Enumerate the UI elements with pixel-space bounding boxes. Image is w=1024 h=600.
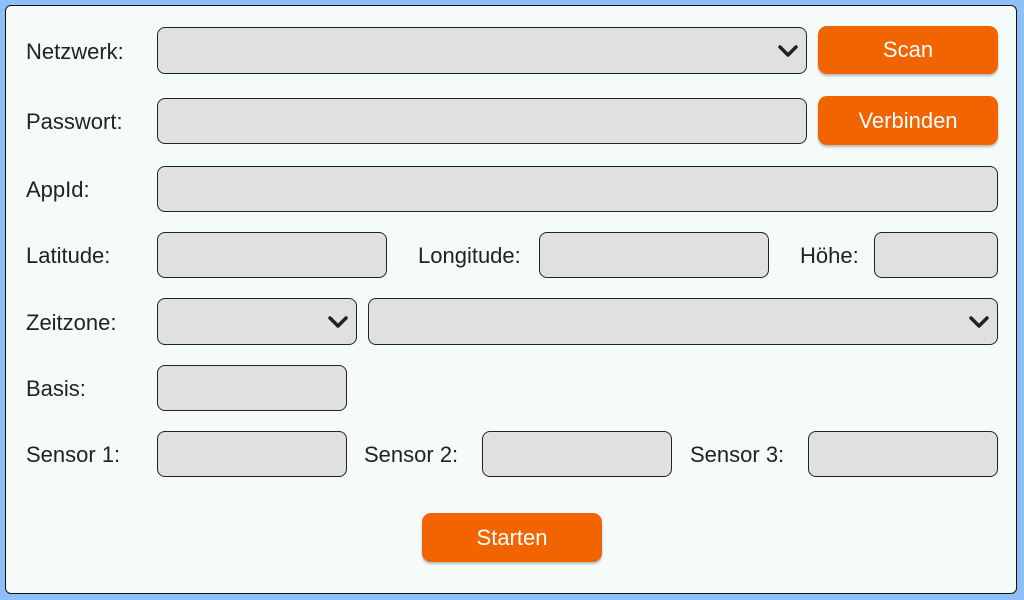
chevron-down-icon — [969, 315, 989, 328]
sensor2-input[interactable] — [482, 431, 672, 477]
sensor2-label: Sensor 2: — [364, 442, 459, 467]
scan-button[interactable]: Scan — [818, 26, 998, 74]
timezone-region-select[interactable] — [157, 298, 357, 345]
longitude-label: Longitude: — [418, 243, 521, 268]
password-label: Passwort: — [26, 109, 123, 134]
network-label: Netzwerk: — [26, 39, 124, 64]
latitude-label: Latitude: — [26, 243, 111, 268]
sensor1-input[interactable] — [157, 431, 347, 477]
sensor3-label: Sensor 3: — [690, 442, 785, 467]
latitude-input[interactable] — [157, 232, 387, 278]
network-select[interactable] — [157, 27, 807, 74]
chevron-down-icon — [328, 315, 348, 328]
appid-input[interactable] — [157, 166, 998, 212]
basis-input[interactable] — [157, 365, 347, 411]
appid-label: AppId: — [26, 177, 90, 202]
height-label: Höhe: — [800, 243, 859, 268]
sensor1-label: Sensor 1: — [26, 442, 121, 467]
start-button[interactable]: Starten — [422, 513, 602, 562]
height-input[interactable] — [874, 232, 998, 278]
longitude-input[interactable] — [539, 232, 769, 278]
sensor3-input[interactable] — [808, 431, 998, 477]
basis-label: Basis: — [26, 376, 86, 401]
connect-button[interactable]: Verbinden — [818, 96, 998, 145]
timezone-city-select[interactable] — [368, 298, 998, 345]
password-input[interactable] — [157, 98, 807, 144]
chevron-down-icon — [778, 44, 798, 57]
timezone-label: Zeitzone: — [26, 310, 117, 335]
